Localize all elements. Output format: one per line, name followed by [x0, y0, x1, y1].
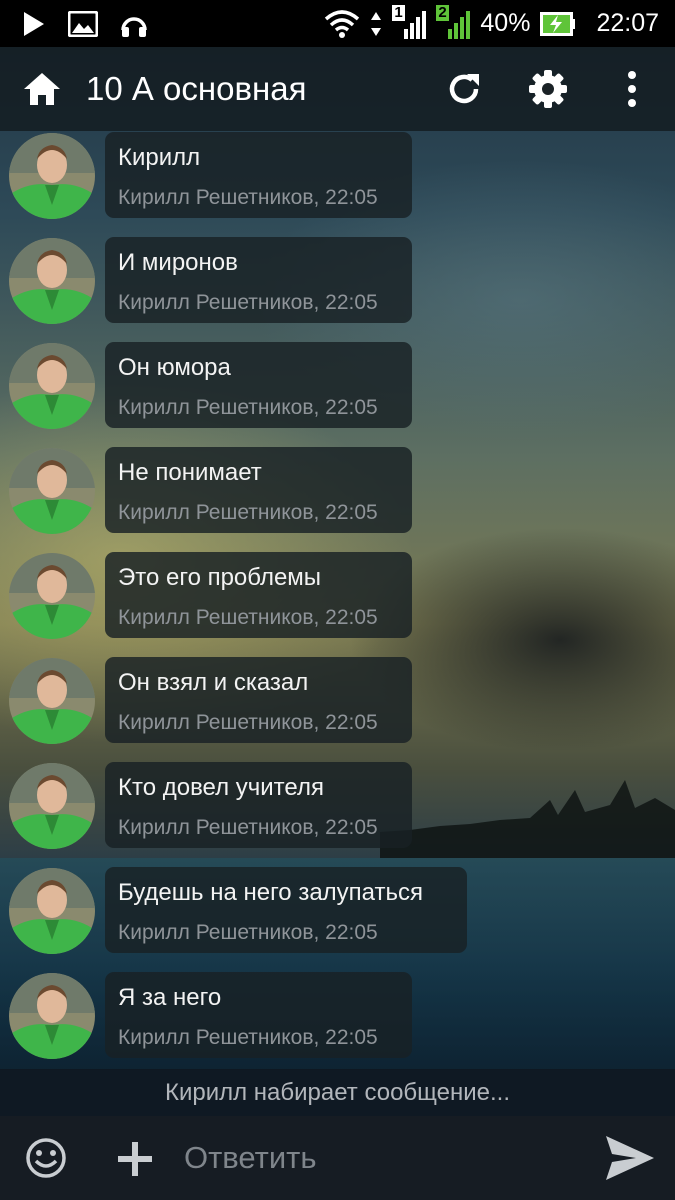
- message-meta: Кирилл Решетников, 22:05: [118, 606, 378, 629]
- chat-title: 10 А основная: [86, 70, 307, 107]
- play-icon: [24, 12, 44, 36]
- avatar[interactable]: [9, 448, 95, 534]
- avatar[interactable]: [9, 553, 95, 639]
- app-bar: 10 А основная: [0, 47, 675, 131]
- status-bar: 1 2 40% 22:07: [0, 0, 675, 47]
- message-meta: Кирилл Решетников, 22:05: [118, 711, 378, 734]
- add-icon[interactable]: [116, 1140, 154, 1178]
- message-item[interactable]: Он взял и сказал Кирилл Решетников, 22:0…: [0, 657, 675, 745]
- message-text: Я за него: [118, 984, 222, 1011]
- signal-icon: [448, 10, 471, 39]
- refresh-icon[interactable]: [444, 69, 484, 109]
- image-icon: [68, 11, 98, 37]
- message-meta: Кирилл Решетников, 22:05: [118, 186, 378, 209]
- message-bubble[interactable]: Кто довел учителя Кирилл Решетников, 22:…: [105, 762, 412, 848]
- battery-charging-icon: [540, 11, 576, 36]
- message-item[interactable]: Он юмора Кирилл Решетников, 22:05: [0, 342, 675, 430]
- message-text: Будешь на него залупаться: [118, 879, 423, 906]
- message-item[interactable]: Кто довел учителя Кирилл Решетников, 22:…: [0, 762, 675, 850]
- message-text: И миронов: [118, 249, 238, 276]
- message-bubble[interactable]: Будешь на него залупаться Кирилл Решетни…: [105, 867, 467, 953]
- avatar[interactable]: [9, 973, 95, 1059]
- message-text: Кто довел учителя: [118, 774, 324, 801]
- sim2-signal: 2: [436, 4, 471, 41]
- reply-input[interactable]: [184, 1116, 584, 1200]
- sim1-signal: 1: [392, 4, 427, 41]
- compose-bar: [0, 1116, 675, 1200]
- message-item[interactable]: Не понимает Кирилл Решетников, 22:05: [0, 447, 675, 535]
- message-bubble[interactable]: Не понимает Кирилл Решетников, 22:05: [105, 447, 412, 533]
- emoji-icon[interactable]: [24, 1136, 68, 1180]
- settings-icon[interactable]: [528, 69, 568, 109]
- avatar[interactable]: [9, 133, 95, 219]
- more-vert-icon[interactable]: [612, 69, 652, 109]
- message-bubble[interactable]: Кирилл Кирилл Решетников, 22:05: [105, 132, 412, 218]
- message-item[interactable]: Я за него Кирилл Решетников, 22:05: [0, 972, 675, 1060]
- message-text: Кирилл: [118, 144, 201, 171]
- message-text: Это его проблемы: [118, 564, 322, 591]
- message-meta: Кирилл Решетников, 22:05: [118, 1026, 378, 1049]
- message-bubble[interactable]: Я за него Кирилл Решетников, 22:05: [105, 972, 412, 1058]
- message-item[interactable]: Это его проблемы Кирилл Решетников, 22:0…: [0, 552, 675, 640]
- headset-icon: [121, 17, 147, 37]
- message-bubble[interactable]: Он взял и сказал Кирилл Решетников, 22:0…: [105, 657, 412, 743]
- message-text: Не понимает: [118, 459, 262, 486]
- message-item[interactable]: Кирилл Кирилл Решетников, 22:05: [0, 132, 675, 220]
- message-text: Он юмора: [118, 354, 231, 381]
- message-item[interactable]: Будешь на него залупаться Кирилл Решетни…: [0, 867, 675, 955]
- home-icon[interactable]: [22, 69, 62, 109]
- message-bubble[interactable]: Он юмора Кирилл Решетников, 22:05: [105, 342, 412, 428]
- send-icon[interactable]: [604, 1134, 656, 1182]
- avatar[interactable]: [9, 238, 95, 324]
- avatar[interactable]: [9, 868, 95, 954]
- avatar[interactable]: [9, 658, 95, 744]
- message-bubble[interactable]: И миронов Кирилл Решетников, 22:05: [105, 237, 412, 323]
- message-item[interactable]: И миронов Кирилл Решетников, 22:05: [0, 237, 675, 325]
- typing-indicator: Кирилл набирает сообщение...: [0, 1069, 675, 1116]
- data-arrows-icon: [371, 11, 382, 36]
- message-text: Он взял и сказал: [118, 669, 309, 696]
- message-bubble[interactable]: Это его проблемы Кирилл Решетников, 22:0…: [105, 552, 412, 638]
- message-meta: Кирилл Решетников, 22:05: [118, 291, 378, 314]
- signal-icon: [404, 10, 427, 39]
- avatar[interactable]: [9, 763, 95, 849]
- message-meta: Кирилл Решетников, 22:05: [118, 816, 378, 839]
- message-meta: Кирилл Решетников, 22:05: [118, 921, 378, 944]
- message-meta: Кирилл Решетников, 22:05: [118, 501, 378, 524]
- battery-percent: 40%: [480, 9, 531, 37]
- message-meta: Кирилл Решетников, 22:05: [118, 396, 378, 419]
- wifi-icon: [325, 9, 360, 38]
- avatar[interactable]: [9, 343, 95, 429]
- clock: 22:07: [596, 9, 659, 37]
